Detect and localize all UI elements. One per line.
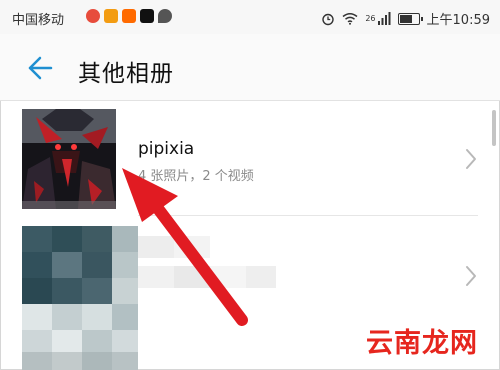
chevron-right-icon <box>466 266 476 286</box>
mosaic-blur <box>22 226 138 370</box>
album-name: pipixia <box>138 139 195 159</box>
message-icon <box>158 9 172 23</box>
battery-icon <box>397 12 423 25</box>
row-divider <box>138 215 478 216</box>
signal-icon <box>377 12 391 25</box>
back-arrow-icon[interactable] <box>22 52 54 84</box>
carrier-label: 中国移动 <box>12 13 65 28</box>
status-icons: 26 上午10:59 <box>321 9 490 28</box>
notification-icons <box>86 9 172 23</box>
tiktok-icon <box>140 9 154 23</box>
app-header: 其他相册 <box>0 34 500 100</box>
blurred-text-mosaic <box>138 236 276 288</box>
app-notification-icon <box>104 9 118 23</box>
album-item-pipixia[interactable]: pipixia 4 张照片，2 个视频 <box>0 103 500 215</box>
status-bar: 中国移动 26 上午10:59 <box>0 0 500 34</box>
clock: 上午10:59 <box>426 13 490 28</box>
album-thumbnail <box>22 109 116 209</box>
app-notification-icon <box>122 9 136 23</box>
alarm-icon <box>322 13 335 25</box>
scrollbar[interactable] <box>492 110 496 146</box>
network-type: 26 <box>365 13 376 23</box>
header-divider <box>0 100 500 101</box>
chevron-right-icon <box>466 149 476 169</box>
watermark: 云南龙网 <box>366 328 478 359</box>
album-count: 4 张照片，2 个视频 <box>138 169 254 184</box>
album-cover-art <box>22 109 116 209</box>
app-notification-icon <box>86 9 100 23</box>
page-title: 其他相册 <box>78 61 174 87</box>
album-thumbnail-blurred <box>22 226 138 370</box>
wifi-icon <box>342 13 358 25</box>
